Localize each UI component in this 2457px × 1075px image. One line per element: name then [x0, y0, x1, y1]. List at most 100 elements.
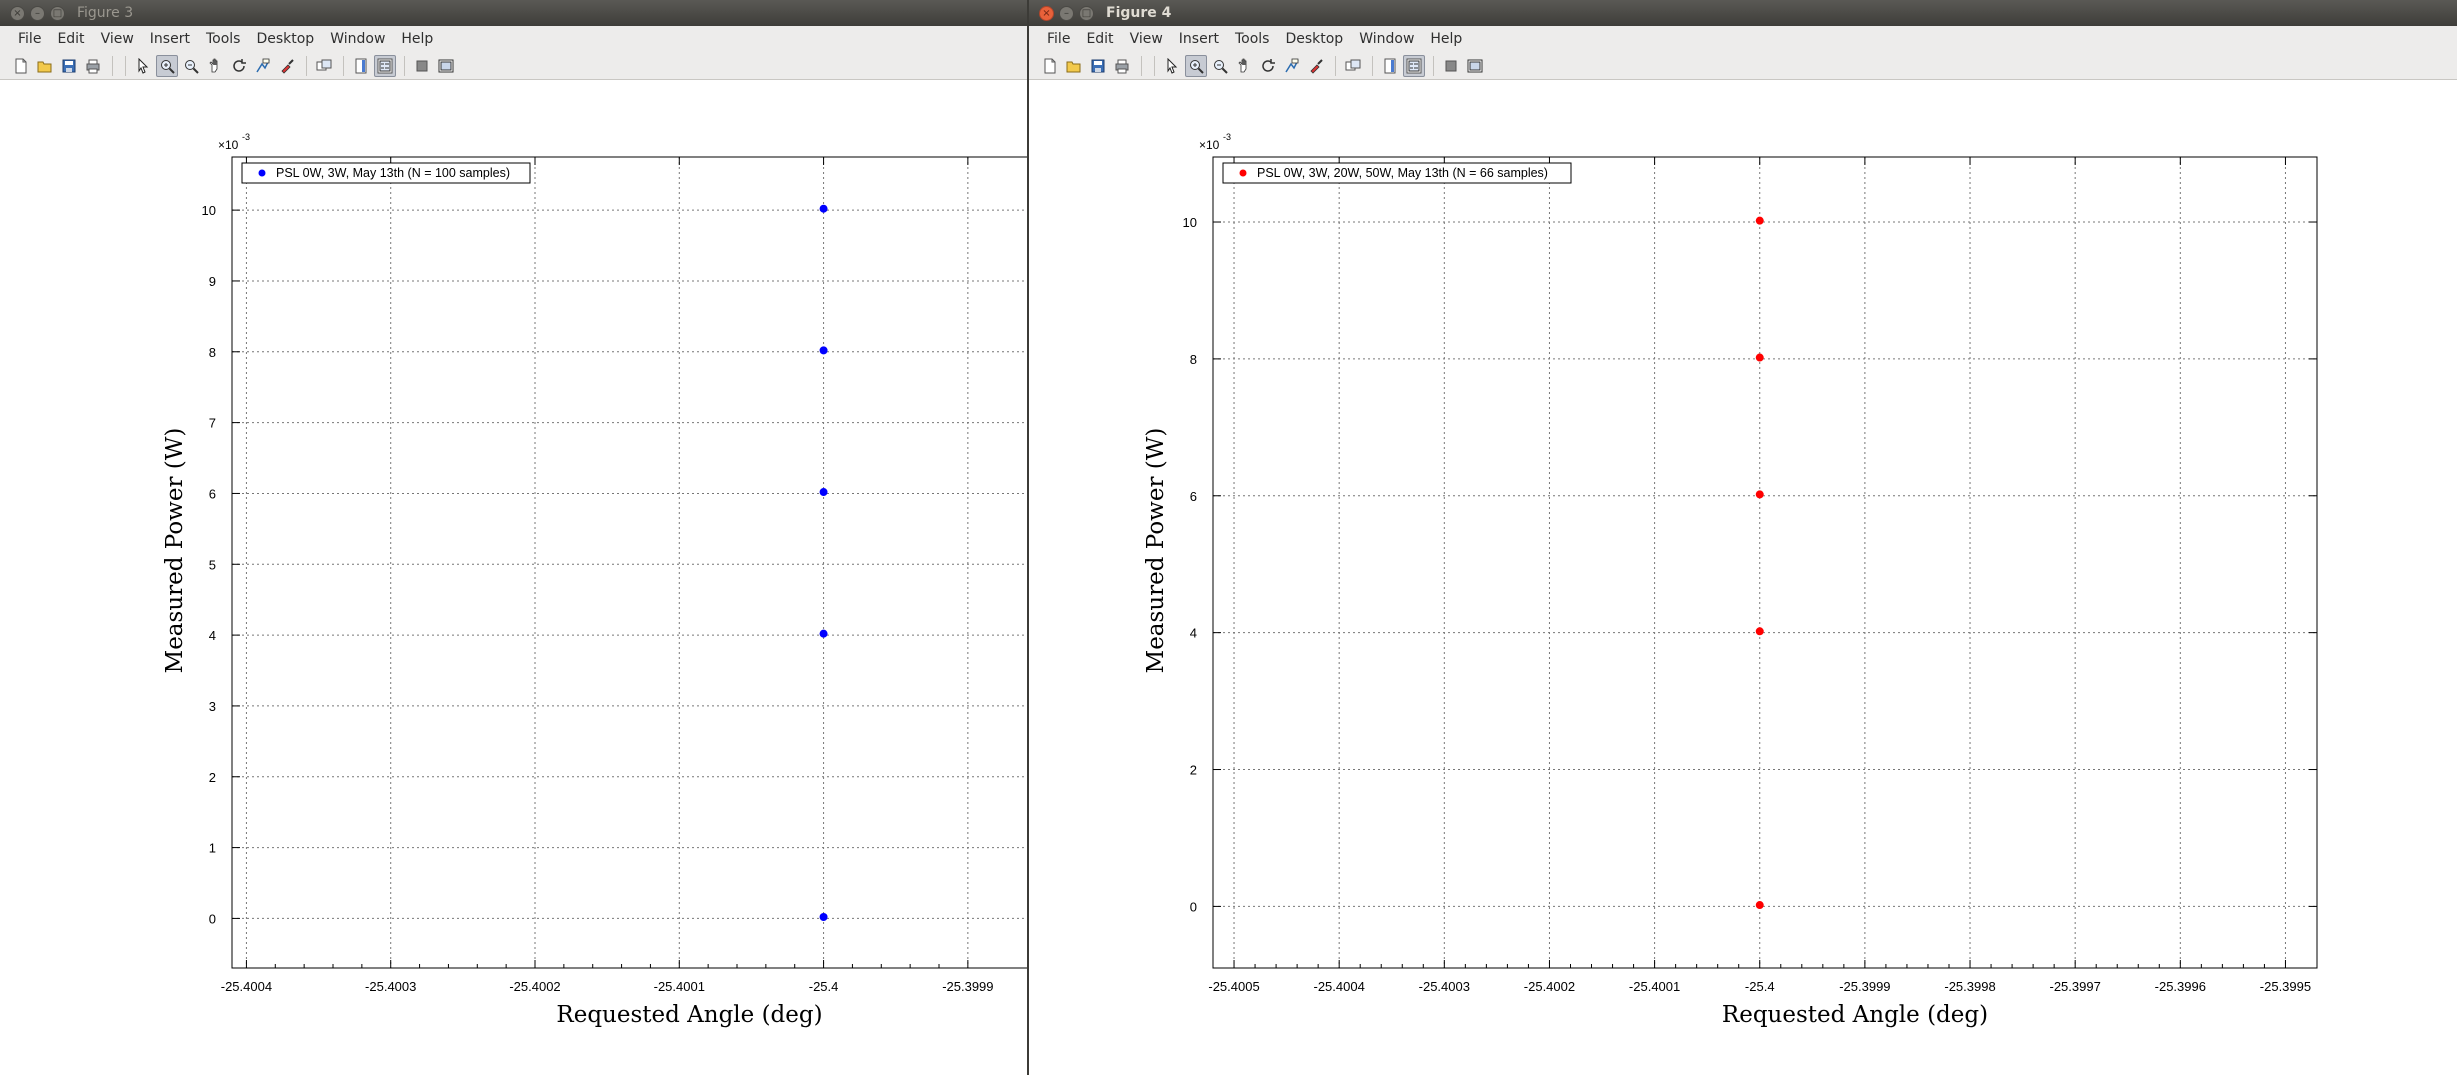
toolbar-separator: [1141, 55, 1142, 76]
data-cursor-button[interactable]: [252, 55, 274, 77]
data-point: [1755, 353, 1764, 362]
data-point: [1755, 216, 1764, 225]
show-tools-button[interactable]: [435, 55, 457, 77]
menu-edit[interactable]: Edit: [51, 31, 94, 47]
x-tick-label: -25.3995: [2260, 979, 2311, 994]
rotate-button[interactable]: [228, 55, 250, 77]
data-point: [1755, 627, 1764, 636]
title-bar[interactable]: × – □ Figure 3: [0, 0, 1027, 26]
print-icon: [86, 59, 100, 73]
rotate-icon: [1262, 58, 1275, 72]
menu-tools[interactable]: Tools: [200, 31, 251, 47]
title-bar[interactable]: × – □ Figure 4: [1029, 0, 2457, 26]
y-tick-label: 2: [1190, 763, 1197, 778]
pointer-icon: [1167, 57, 1178, 74]
x-tick-label: -25.3997: [2050, 979, 2101, 994]
x-tick-label: -25.3999: [1839, 979, 1890, 994]
figure-toolbar: [0, 52, 1027, 80]
menu-insert[interactable]: Insert: [144, 31, 200, 47]
link-plot-button[interactable]: [1342, 55, 1364, 77]
open-file-button[interactable]: [34, 55, 56, 77]
menu-window[interactable]: Window: [1353, 31, 1424, 47]
legend-button[interactable]: [374, 54, 396, 77]
close-window-button[interactable]: ×: [10, 5, 25, 21]
minimize-window-button[interactable]: –: [1059, 5, 1074, 21]
menu-view[interactable]: View: [1124, 31, 1173, 47]
menu-desktop[interactable]: Desktop: [250, 31, 324, 47]
new-file-button[interactable]: [10, 55, 32, 77]
menu-insert[interactable]: Insert: [1173, 31, 1229, 47]
x-tick-label: -25.4005: [1208, 979, 1259, 994]
legend-button[interactable]: [1403, 54, 1425, 77]
close-window-button[interactable]: ×: [1039, 5, 1054, 21]
y-tick-label: 0: [1190, 899, 1197, 914]
menu-file[interactable]: File: [1041, 31, 1080, 47]
pointer-button[interactable]: [1161, 55, 1183, 77]
menu-tools[interactable]: Tools: [1229, 31, 1280, 47]
save-button[interactable]: [58, 55, 80, 77]
pan-button[interactable]: [204, 55, 226, 77]
axis-exponent-label: ×10: [218, 138, 239, 152]
y-tick-label: 10: [202, 203, 216, 218]
axes-box: [1212, 156, 2318, 969]
show-tools-button[interactable]: [1464, 55, 1486, 77]
pan-icon: [209, 58, 218, 72]
figure-3-window[interactable]: × – □ Figure 3 File Edit View Insert Too…: [0, 0, 1027, 1075]
legend: PSL 0W, 3W, 20W, 50W, May 13th (N = 66 s…: [1222, 162, 1572, 184]
x-tick-label: -25.3999: [942, 979, 993, 994]
rotate-button[interactable]: [1257, 55, 1279, 77]
print-button[interactable]: [1111, 55, 1133, 77]
hide-tools-button[interactable]: [1440, 55, 1462, 77]
toolbar-separator: [404, 55, 405, 76]
data-point: [1755, 901, 1764, 910]
axis-exponent-power: -3: [1223, 132, 1231, 142]
brush-icon: [281, 58, 294, 74]
menu-help[interactable]: Help: [1424, 31, 1472, 47]
axis-exponent-power: -3: [242, 132, 250, 142]
save-button[interactable]: [1087, 55, 1109, 77]
link-plot-button[interactable]: [313, 55, 335, 77]
window-title: Figure 3: [77, 5, 134, 21]
brush-button[interactable]: [276, 55, 298, 77]
figure-canvas[interactable]: -25.4005 -25.4004 -25.4003 -25.4002 -25.4001…: [1029, 81, 2457, 1075]
legend-label: PSL 0W, 3W, 20W, 50W, May 13th (N = 66 s…: [1257, 166, 1548, 180]
y-tick-label: 2: [209, 770, 216, 785]
legend-marker: [1239, 169, 1247, 177]
print-icon: [1115, 59, 1129, 73]
plot-figure-3[interactable]: -25.4004 -25.4003 -25.4002 -25.4001 -25.4 -25…: [0, 81, 1027, 1075]
zoom-out-button[interactable]: [180, 55, 202, 77]
x-tick-label: -25.4004: [1314, 979, 1365, 994]
brush-button[interactable]: [1305, 55, 1327, 77]
zoom-out-button[interactable]: [1209, 55, 1231, 77]
x-tick-label: -25.4002: [509, 979, 560, 994]
menu-desktop[interactable]: Desktop: [1279, 31, 1353, 47]
x-tick-label: -25.4003: [1419, 979, 1470, 994]
figure-canvas[interactable]: -25.4004 -25.4003 -25.4002 -25.4001 -25.4 -25…: [0, 81, 1027, 1075]
open-file-button[interactable]: [1063, 55, 1085, 77]
toolbar-separator: [1433, 55, 1434, 76]
plot-figure-4[interactable]: -25.4005 -25.4004 -25.4003 -25.4002 -25.4001…: [1029, 81, 2457, 1075]
minimize-window-button[interactable]: –: [30, 5, 45, 21]
zoom-in-button[interactable]: [156, 54, 178, 77]
x-tick-label: -25.4001: [1629, 979, 1680, 994]
pan-button[interactable]: [1233, 55, 1255, 77]
hide-tools-icon: [416, 60, 428, 71]
print-button[interactable]: [82, 55, 104, 77]
zoom-in-button[interactable]: [1185, 54, 1207, 77]
menu-file[interactable]: File: [12, 31, 51, 47]
data-point: [819, 629, 828, 638]
new-file-button[interactable]: [1039, 55, 1061, 77]
pointer-button[interactable]: [132, 55, 154, 77]
figure-4-window[interactable]: × – □ Figure 4 File Edit View Insert Too…: [1029, 0, 2457, 1075]
menu-window[interactable]: Window: [324, 31, 395, 47]
menu-edit[interactable]: Edit: [1080, 31, 1123, 47]
data-cursor-button[interactable]: [1281, 55, 1303, 77]
y-tick-label: 10: [1183, 215, 1197, 230]
menu-help[interactable]: Help: [395, 31, 443, 47]
maximize-window-button[interactable]: □: [1079, 5, 1094, 21]
colorbar-button[interactable]: [350, 55, 372, 77]
hide-tools-button[interactable]: [411, 55, 433, 77]
menu-view[interactable]: View: [95, 31, 144, 47]
maximize-window-button[interactable]: □: [50, 5, 65, 21]
colorbar-button[interactable]: [1379, 55, 1401, 77]
